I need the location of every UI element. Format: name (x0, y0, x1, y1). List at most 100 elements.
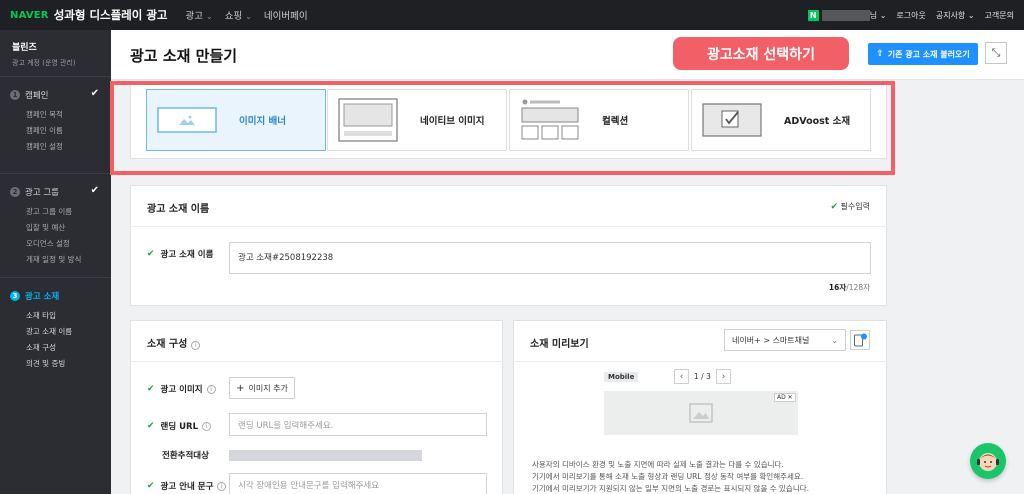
chatbot-button[interactable] (970, 443, 1006, 479)
nav-shopping[interactable]: 쇼핑 ⌄ (225, 8, 252, 22)
placement-select[interactable]: 네이버+ > 스마트채널 ⌄ (724, 329, 846, 351)
type-label: ADVoost 소재 (784, 116, 851, 127)
chevron-right-icon: › (721, 371, 726, 382)
divider (131, 361, 504, 362)
type-card-native-image[interactable]: 네이티브 이미지 (327, 89, 507, 151)
sidebar-item-campaign-name[interactable]: 캠페인 이름 (10, 123, 101, 139)
sidebar-step-campaign[interactable]: 1 캠페인 (10, 89, 101, 101)
check-icon: ✔ (90, 88, 99, 99)
naver-logo[interactable]: NAVER (10, 10, 49, 21)
chatbot-avatar-icon (977, 453, 999, 471)
import-icon: ⇪ (876, 49, 884, 59)
sidebar-item-campaign-setting[interactable]: 캠페인 설정 (10, 139, 101, 155)
divider (514, 361, 888, 362)
sidebar-item-campaign-goal[interactable]: 캠페인 목적 (10, 107, 101, 123)
chevron-down-icon: ⌄ (967, 10, 975, 20)
sidebar-item-creative-name[interactable]: 광고 소재 이름 (10, 324, 101, 340)
type-label: 이미지 배너 (239, 116, 287, 127)
image-placeholder-icon (689, 403, 713, 423)
notice-link[interactable]: 공지사항 ⌄ (936, 10, 975, 21)
logout-link[interactable]: 로그아웃 (896, 10, 925, 21)
landing-url-input[interactable]: 랜딩 URL을 입력해주세요. (229, 413, 487, 436)
sidebar-item-creative-compose[interactable]: 소재 구성 (10, 340, 101, 356)
nav-ads[interactable]: 광고 ⌄ (186, 8, 213, 22)
phone-preview-icon (854, 333, 867, 347)
expand-button[interactable]: ⤡ (985, 42, 1007, 64)
type-card-advoost[interactable]: ADVoost 소재 (691, 89, 871, 151)
check-icon: ✔ (830, 202, 838, 212)
ad-image-label: ✔ 광고 이미지 i (147, 383, 216, 395)
divider (131, 226, 888, 227)
support-link[interactable]: 고객문의 (985, 10, 1014, 21)
preview-image-placeholder (604, 391, 798, 435)
collection-icon (521, 99, 579, 140)
product-name[interactable]: 성과형 디스플레이 광고 (54, 7, 168, 23)
plus-icon: + (236, 382, 245, 394)
check-icon: ✔ (147, 481, 155, 491)
preview-note: 기기에서 미리보기가 지원되지 않는 일부 지면의 노출 경로는 표시되지 않을… (532, 484, 810, 493)
info-icon[interactable]: i (206, 384, 216, 394)
check-icon: ✔ (90, 185, 99, 196)
nav-naverpay[interactable]: 네이버페이 (264, 8, 308, 22)
sidebar-step-adgroup[interactable]: 2 광고 그룹 (10, 186, 101, 198)
check-icon: ✔ (147, 384, 155, 394)
required-indicator: ✔ 필수입력 (830, 202, 870, 212)
chevron-down-icon: ⌄ (831, 335, 838, 345)
conversion-tracking-label: 전환추적대상 (162, 451, 209, 461)
type-card-image-banner[interactable]: 이미지 배너 (146, 89, 326, 151)
sidebar-item-bid-budget[interactable]: 입찰 및 예산 (10, 220, 101, 236)
close-icon: ✕ (787, 394, 793, 401)
chevron-left-icon: ‹ (679, 371, 684, 382)
creative-name-panel: 광고 소재 이름 ✔ 필수입력 ✔ 광고 소재 이름 광고 소재#25081922… (130, 185, 888, 306)
sidebar-item-creative-type[interactable]: 소재 타입 (10, 308, 101, 324)
creative-name-label: ✔ 광고 소재 이름 (147, 249, 214, 260)
ad-guide-label: ✔ 광고 안내 문구 i (147, 480, 227, 492)
user-menu[interactable]: N님 ⌄ (807, 9, 886, 21)
creative-name-input[interactable]: 광고 소재#2508192238 (229, 242, 871, 274)
advoost-icon (702, 103, 762, 137)
type-card-collection[interactable]: 컬렉션 (509, 89, 689, 151)
type-label: 컬렉션 (602, 116, 629, 127)
page-indicator: 1 / 3 (694, 372, 711, 381)
check-icon: ✔ (147, 249, 155, 259)
sidebar-item-schedule[interactable]: 게재 일정 및 방식 (10, 252, 101, 268)
preview-panel: 소재 미리보기 네이버+ > 스마트채널 ⌄ Mobile ‹ 1 / 3 › A… (513, 320, 888, 494)
panel-title: 소재 미리보기 (530, 339, 589, 350)
sidebar-item-audience[interactable]: 오디언스 설정 (10, 236, 101, 252)
naver-n-icon: N (807, 9, 819, 21)
sidebar-item-adgroup-name[interactable]: 광고 그룹 이름 (10, 204, 101, 220)
preview-note: 기기에서 미리보기를 통해 소재 노출 형상과 랜딩 URL 정상 동작 여부를… (532, 472, 804, 481)
expand-icon: ⤡ (991, 46, 1001, 59)
step-number: 2 (10, 187, 20, 197)
sidebar: 블린즈 광고 계정 (운영 관리) 1 캠페인 ✔ 캠페인 목적 캠페인 이름 캠… (0, 30, 111, 494)
sidebar-item-evidence[interactable]: 의견 및 증빙 (10, 356, 101, 372)
ad-guide-input[interactable]: 시각 장애인용 안내문구를 입력해주세요 (229, 473, 487, 494)
step-number: 1 (10, 90, 20, 100)
info-icon[interactable]: i (191, 341, 201, 350)
device-preview-button[interactable] (850, 330, 870, 350)
char-counter: 16자/128자 (828, 283, 870, 292)
sidebar-section-creative: 3 광고 소재 소재 타입 광고 소재 이름 소재 구성 의견 및 증빙 (0, 278, 111, 382)
native-image-icon (338, 98, 398, 142)
info-icon[interactable]: i (202, 421, 212, 431)
prev-page-button[interactable]: ‹ (674, 369, 689, 384)
sidebar-step-creative[interactable]: 3 광고 소재 (10, 290, 101, 302)
top-right-menu: N님 ⌄ 로그아웃 공지사항 ⌄ 고객문의 (807, 0, 1014, 30)
tracking-target-redacted (229, 450, 422, 461)
account-name: 블린즈 (12, 43, 37, 53)
account-role: 광고 계정 (운영 관리) (12, 59, 76, 67)
top-bar: NAVER 성과형 디스플레이 광고 광고 ⌄ 쇼핑 ⌄ 네이버페이 N님 ⌄ 로그… (0, 0, 1024, 30)
sidebar-section-adgroup: 2 광고 그룹 ✔ 광고 그룹 이름 입찰 및 예산 오디언스 설정 게재 일정 … (0, 174, 111, 278)
load-existing-creative-button[interactable]: ⇪ 기존 광고 소재 불러오기 (868, 43, 978, 65)
next-page-button[interactable]: › (716, 369, 731, 384)
account-info: 블린즈 광고 계정 (운영 관리) (0, 30, 111, 77)
info-icon[interactable]: i (217, 481, 227, 491)
preview-note: 사용자의 디바이스 환경 및 노출 지면에 따라 실제 노출 결과는 다를 수 … (532, 460, 784, 469)
step-number: 3 (10, 291, 20, 301)
add-image-button[interactable]: + 이미지 추가 (229, 377, 295, 399)
image-banner-icon (157, 107, 217, 133)
landing-url-label: ✔ 랜딩 URL i (147, 420, 212, 432)
sidebar-section-campaign: 1 캠페인 ✔ 캠페인 목적 캠페인 이름 캠페인 설정 (0, 77, 111, 174)
annotation-badge: 광고소재 선택하기 (673, 37, 849, 70)
type-label: 네이티브 이미지 (420, 116, 485, 127)
